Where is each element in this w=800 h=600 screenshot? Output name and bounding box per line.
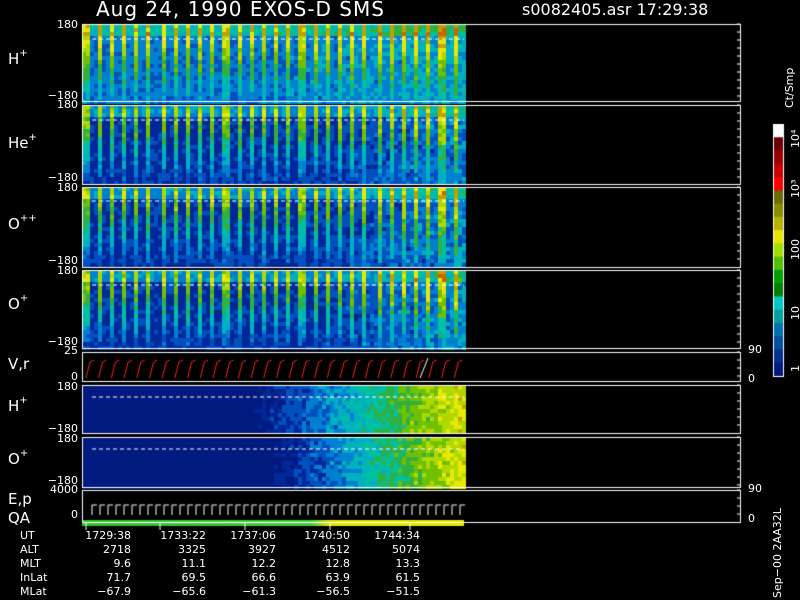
ephemeris-value: 61.5 [395, 571, 421, 584]
spectrogram-canvas [0, 0, 800, 600]
ephemeris-value: 1740:50 [304, 529, 350, 542]
ephemeris-label: MLat [20, 585, 47, 598]
ephemeris-value: 1737:06 [230, 529, 276, 542]
y-tick-max: 180 [57, 98, 78, 111]
file-timestamp: s0082405.asr 17:29:38 [522, 0, 709, 19]
y-tick-max: 25 [64, 344, 78, 357]
ephemeris-value: −67.9 [97, 585, 131, 598]
ephemeris-value: −61.3 [242, 585, 276, 598]
ephemeris-value: 71.7 [106, 571, 132, 584]
ephemeris-value: 2718 [103, 543, 131, 556]
page-title: Aug 24, 1990 EXOS-D SMS [96, 0, 385, 21]
footer-note: Sep−00 2AA32L [771, 508, 784, 598]
ephemeris-label: ALT [20, 543, 39, 556]
y-tick-max: 180 [57, 380, 78, 393]
panel-label-o-plus: O+ [8, 293, 29, 313]
ephemeris-value: 4512 [322, 543, 350, 556]
y-tick-min: 0 [71, 508, 78, 521]
ephemeris-value: 12.8 [325, 557, 351, 570]
ephemeris-value: −65.6 [172, 585, 206, 598]
y-tick-max: 4000 [50, 483, 78, 496]
colorbar-label: 100 [789, 239, 800, 260]
ephemeris-value: 1729:38 [85, 529, 131, 542]
ephemeris-value: 12.2 [251, 557, 277, 570]
ephemeris-value: 5074 [392, 543, 420, 556]
ephemeris-value: 3927 [248, 543, 276, 556]
ephemeris-value: 63.9 [325, 571, 351, 584]
panel-label-he-plus: He+ [8, 132, 37, 152]
ephemeris-label: MLT [20, 557, 41, 570]
y-tick-max: 180 [57, 264, 78, 277]
colorbar-label: 10⁴ [789, 129, 800, 148]
colorbar-label: 10³ [789, 179, 800, 198]
colorbar-unit: Ct/Smp [783, 67, 796, 108]
panel-label-qa: QA [8, 509, 31, 527]
panel-label-vr: V,r [8, 355, 30, 373]
ephemeris-value: 69.5 [181, 571, 207, 584]
ephemeris-label: UT [20, 529, 35, 542]
right-tick: 90 [748, 482, 762, 495]
ephemeris-value: 11.1 [181, 557, 207, 570]
y-tick-max: 180 [57, 432, 78, 445]
right-tick: 0 [748, 512, 755, 525]
ephemeris-value: −51.5 [386, 585, 420, 598]
panel-label-o-plus-2: O+ [8, 448, 29, 468]
ephemeris-value: −56.5 [316, 585, 350, 598]
ephemeris-value: 1744:34 [374, 529, 420, 542]
panel-label-h-plus: H+ [8, 48, 28, 68]
right-tick: 0 [748, 372, 755, 385]
panel-label-o-plusplus: O++ [8, 213, 37, 233]
colorbar-label: 10 [789, 306, 800, 320]
panel-label-h-plus-2: H+ [8, 395, 28, 415]
ephemeris-value: 9.6 [113, 557, 132, 570]
right-tick: 90 [748, 343, 762, 356]
ephemeris-value: 13.3 [395, 557, 421, 570]
ephemeris-value: 1733:22 [160, 529, 206, 542]
colorbar-label: 1 [789, 365, 800, 372]
y-tick-max: 180 [57, 181, 78, 194]
panel-label-ep: E,p [8, 490, 32, 508]
ephemeris-value: 3325 [178, 543, 206, 556]
ephemeris-value: 66.6 [251, 571, 277, 584]
y-tick-max: 180 [57, 18, 78, 31]
ephemeris-label: InLat [20, 571, 48, 584]
